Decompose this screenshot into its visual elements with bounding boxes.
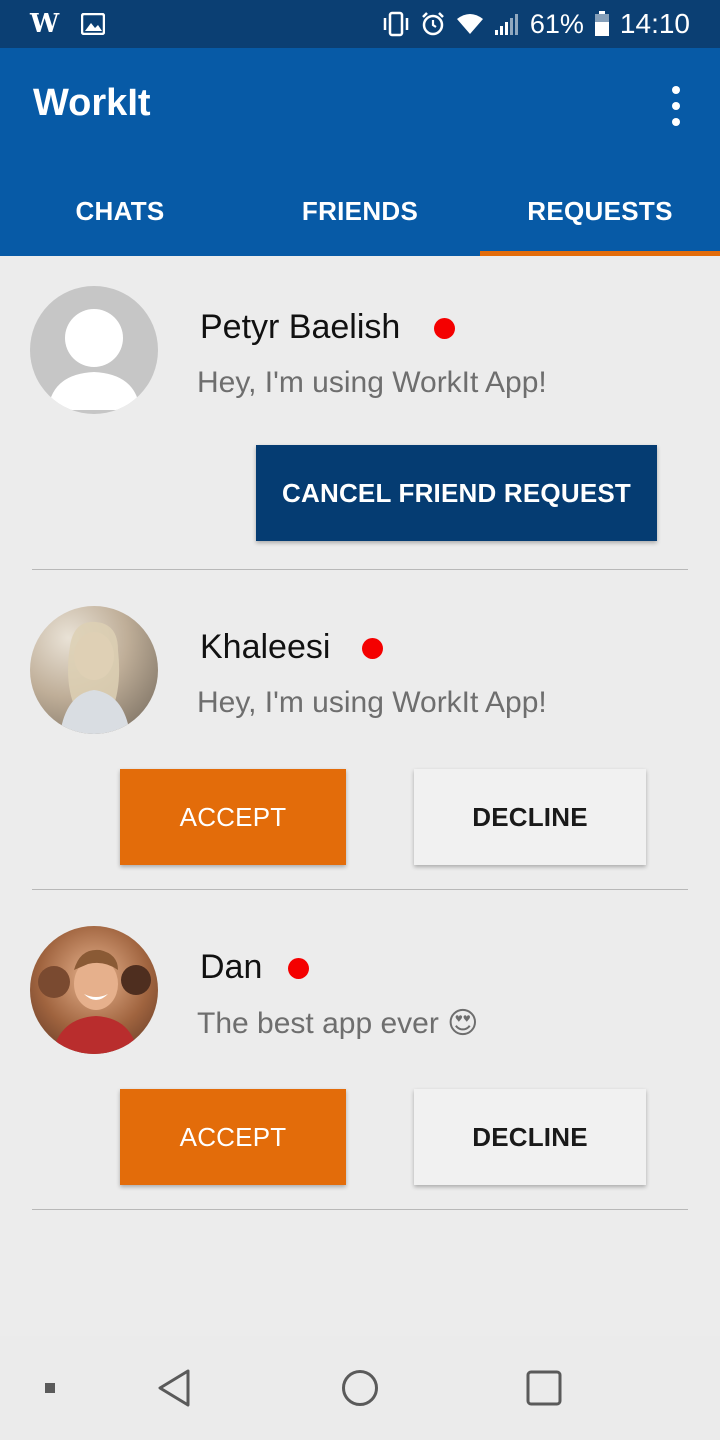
photo-avatar[interactable] xyxy=(30,606,158,734)
battery-percent: 61% xyxy=(529,8,584,39)
vibrate-icon xyxy=(383,11,409,37)
tab-chats[interactable]: CHATS xyxy=(0,166,240,256)
user-status: The best app ever 😍 xyxy=(197,1007,479,1040)
recents-icon[interactable] xyxy=(526,1370,562,1406)
w-app-icon: W xyxy=(30,9,60,39)
cancel-friend-request-button[interactable]: CANCEL FRIEND REQUEST xyxy=(256,445,657,541)
online-indicator xyxy=(434,318,455,339)
wifi-icon xyxy=(456,14,483,34)
accept-button[interactable]: ACCEPT xyxy=(120,769,346,865)
user-name: Khaleesi xyxy=(200,628,331,666)
dot-icon[interactable] xyxy=(44,1382,56,1394)
battery-icon xyxy=(594,11,609,36)
back-icon[interactable] xyxy=(156,1368,194,1408)
accept-button[interactable]: ACCEPT xyxy=(120,1089,346,1185)
default-avatar[interactable] xyxy=(30,286,158,414)
tab-requests[interactable]: REQUESTS xyxy=(480,166,720,256)
person-icon xyxy=(48,309,140,410)
user-name: Dan xyxy=(200,948,263,986)
divider xyxy=(32,889,688,890)
clock: 14:10 xyxy=(619,8,690,39)
divider xyxy=(32,1209,688,1210)
user-name: Petyr Baelish xyxy=(200,308,401,346)
request-item: Dan The best app ever 😍 ACCEPT DECLINE xyxy=(0,896,720,1216)
navigation-bar xyxy=(0,1336,720,1440)
image-icon xyxy=(81,13,106,35)
online-indicator xyxy=(288,958,309,979)
decline-button[interactable]: DECLINE xyxy=(414,769,646,865)
request-item: Khaleesi Hey, I'm using WorkIt App! ACCE… xyxy=(0,576,720,896)
photo-avatar[interactable] xyxy=(30,926,158,1054)
request-item: Petyr Baelish Hey, I'm using WorkIt App!… xyxy=(0,256,720,576)
user-status: Hey, I'm using WorkIt App! xyxy=(197,366,547,399)
app-title: WorkIt xyxy=(33,82,151,124)
user-status: Hey, I'm using WorkIt App! xyxy=(197,686,547,719)
alarm-icon xyxy=(421,12,444,36)
overflow-menu-icon[interactable] xyxy=(664,86,688,126)
home-icon[interactable] xyxy=(340,1368,380,1408)
decline-button[interactable]: DECLINE xyxy=(414,1089,646,1185)
tab-bar: CHATS FRIENDS REQUESTS xyxy=(0,166,720,256)
portrait-photo-icon xyxy=(60,621,130,734)
app-bar: WorkIt CHATS FRIENDS REQUESTS xyxy=(0,48,720,256)
signal-icon xyxy=(494,14,518,35)
divider xyxy=(32,569,688,570)
group-photo-icon xyxy=(38,949,151,1054)
status-bar: W 61% 14:10 xyxy=(0,0,720,48)
tab-friends[interactable]: FRIENDS xyxy=(240,166,480,256)
online-indicator xyxy=(362,638,383,659)
